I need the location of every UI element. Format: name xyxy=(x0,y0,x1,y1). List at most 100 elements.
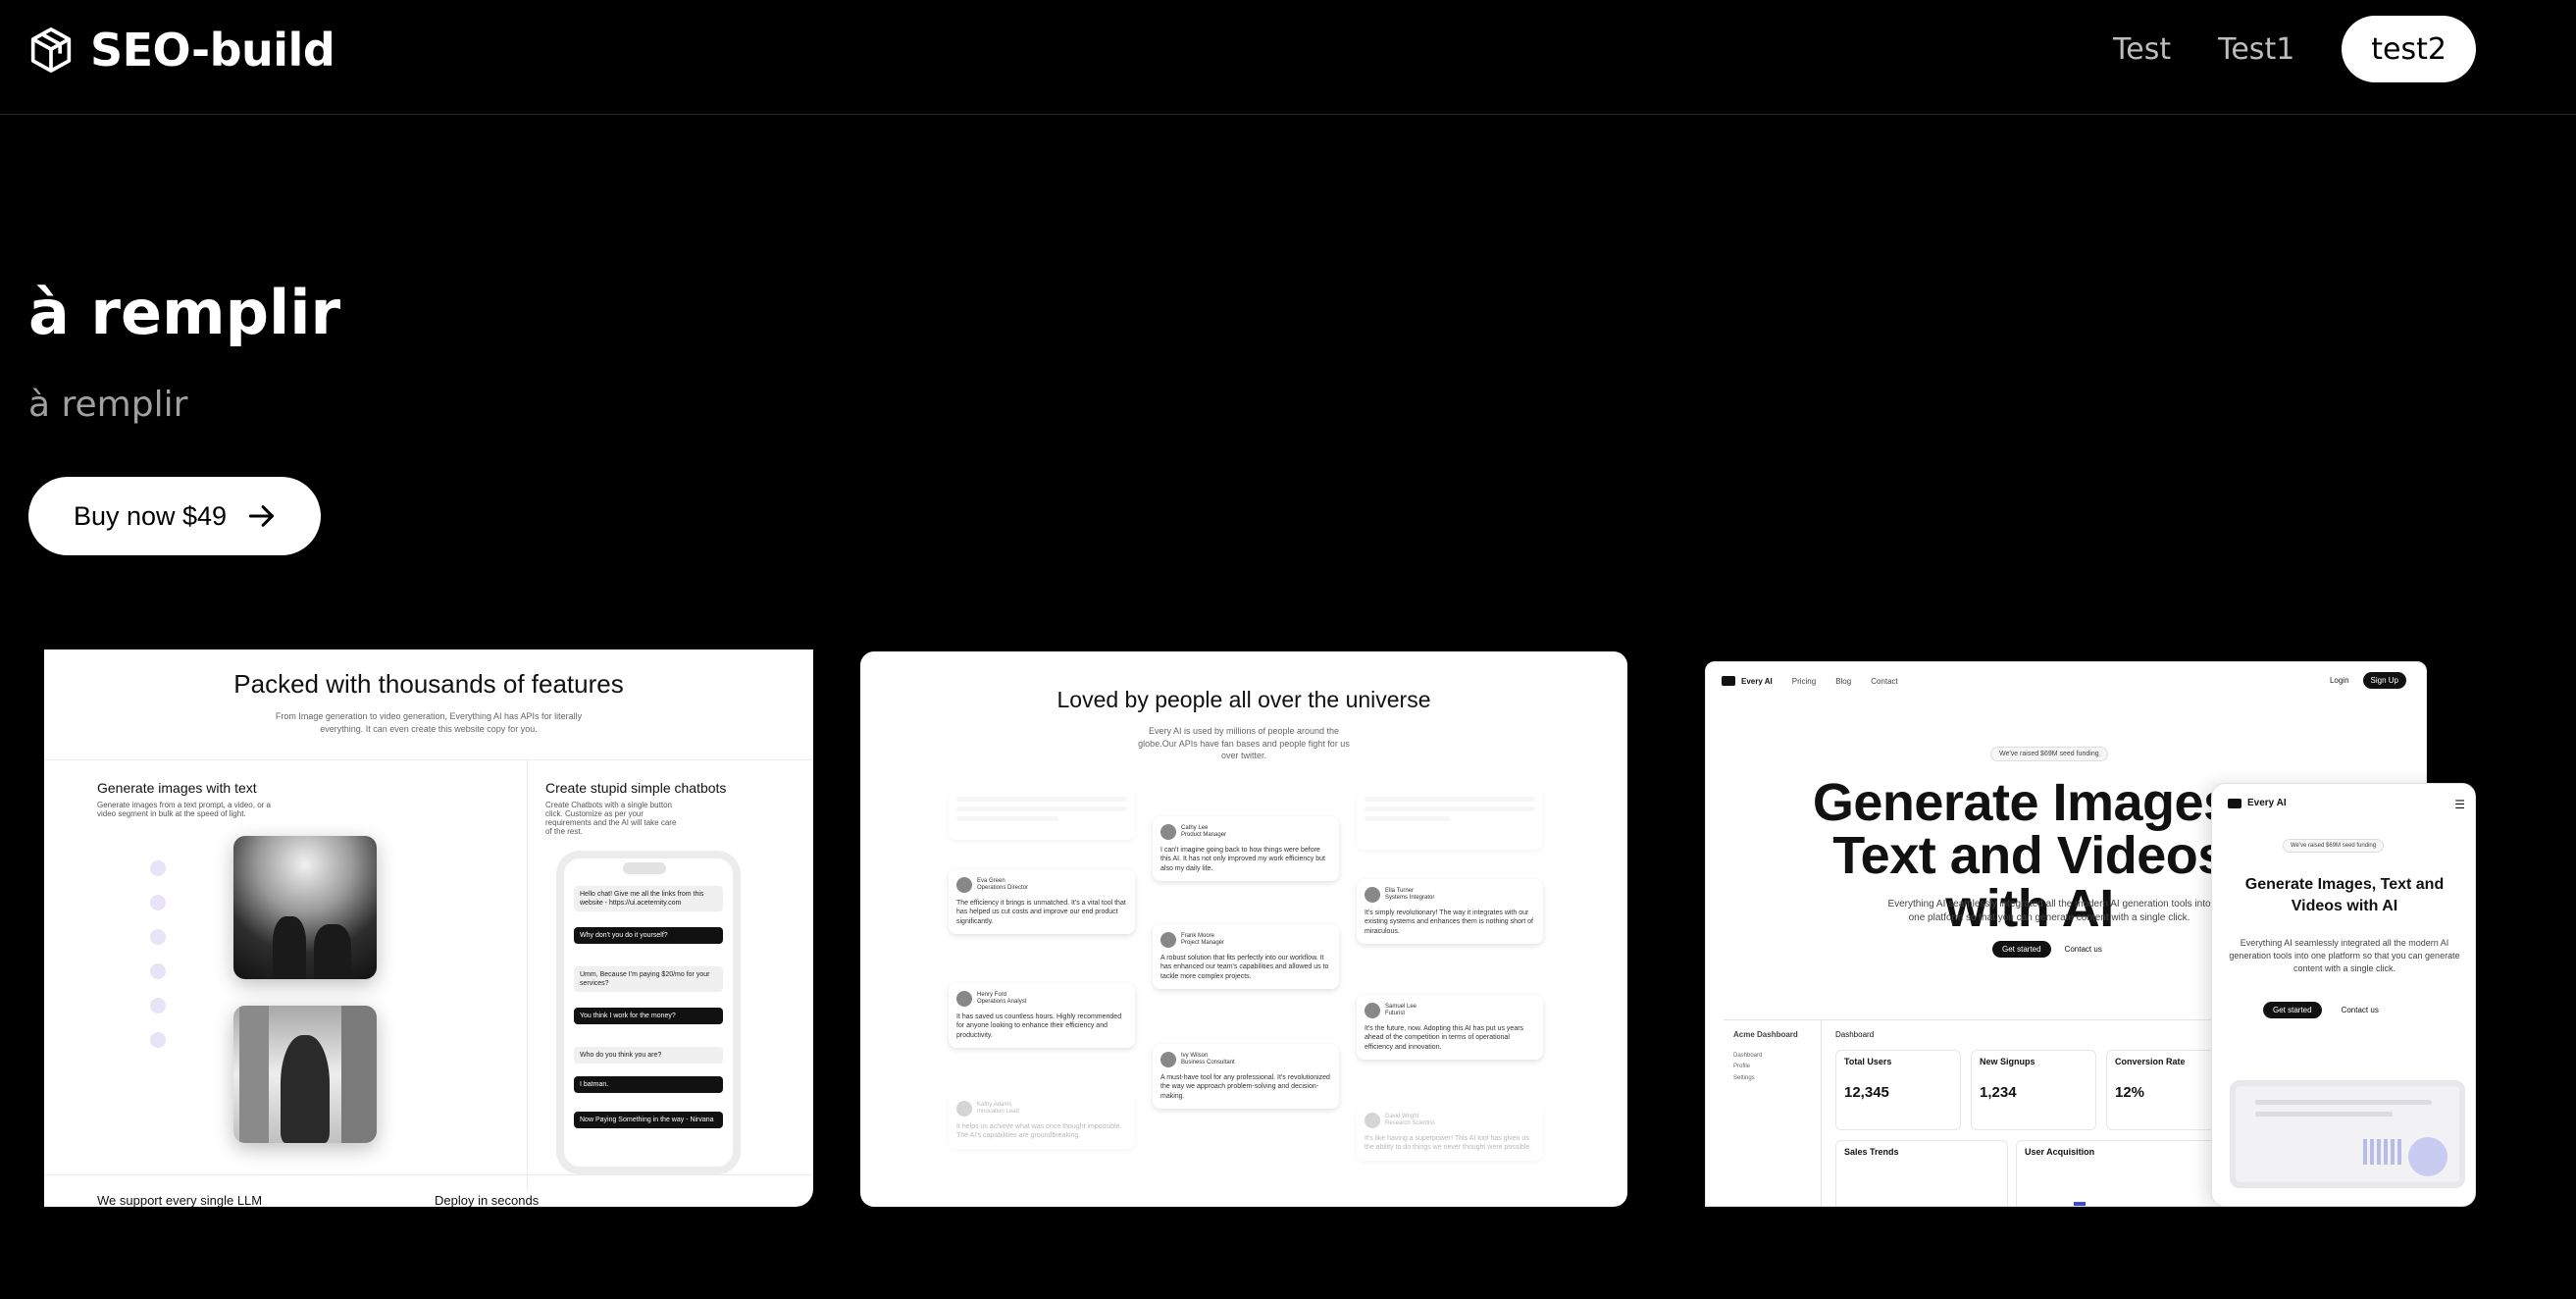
everyai-logo-icon xyxy=(2228,798,2241,808)
testimonial-role: Research Scientist xyxy=(1385,1120,1435,1126)
everyai-logo-icon xyxy=(1722,676,1735,686)
dashboard-title: Acme Dashboard xyxy=(1733,1030,1798,1039)
testimonial-text: It has saved us countless hours. Highly … xyxy=(956,1013,1122,1039)
testimonial-role: Project Manager xyxy=(1181,940,1225,946)
avatar xyxy=(1160,932,1176,948)
everyai-nav-blog: Blog xyxy=(1835,676,1852,686)
avatar xyxy=(150,929,166,945)
cube-icon xyxy=(30,27,72,73)
building xyxy=(239,1006,269,1143)
everyai-signup: Sign Up xyxy=(2362,672,2406,689)
person-silhouette xyxy=(314,924,351,979)
get-started-button: Get started xyxy=(1992,941,2051,958)
testimonial-card xyxy=(1357,789,1543,850)
dashboard-tab: Dashboard xyxy=(1835,1030,1875,1039)
avatar xyxy=(1160,824,1176,840)
testimonial-role: Systems Integrator xyxy=(1385,895,1435,901)
feature-deploy-title: Deploy in seconds xyxy=(435,1193,540,1207)
avatar xyxy=(150,860,166,876)
feature-llm-title: We support every single LLM xyxy=(97,1193,263,1207)
testimonial-text: It's the future, now. Adopting this AI h… xyxy=(1365,1025,1524,1051)
buy-now-button[interactable]: Buy now $49 xyxy=(28,477,321,555)
hamburger-menu-icon: ☰ xyxy=(2454,798,2465,811)
testimonials-subtitle: Every AI is used by millions of people a… xyxy=(1138,726,1350,761)
nav-link-test[interactable]: Test xyxy=(2113,32,2171,67)
testimonial-name: Samuel Lee xyxy=(1385,1003,1417,1010)
contact-us-link: Contact us xyxy=(2064,945,2102,954)
trend-card: Sales Trends xyxy=(1835,1140,2008,1206)
testimonial-name: Eva Green xyxy=(977,877,1005,884)
testimonial-card: Cathy Lee Product Manager I can't imagine… xyxy=(1153,816,1339,882)
everyai-nav-pricing: Pricing xyxy=(1791,676,1817,686)
everyai-nav-contact: Contact xyxy=(1871,676,1898,686)
testimonial-name: Henry Ford xyxy=(977,991,1007,998)
testimonial-name: Frank Moore xyxy=(1181,932,1215,939)
stat-value: 12% xyxy=(2115,1084,2145,1101)
nav-button-test2[interactable]: test2 xyxy=(2342,16,2476,82)
testimonial-text: The efficiency it brings is unmatched. I… xyxy=(956,900,1126,925)
get-started-button: Get started xyxy=(2263,1002,2322,1018)
testimonial-card: Henry Ford Operations Analyst It has save… xyxy=(949,983,1135,1049)
dashboard-side-item: Settings xyxy=(1733,1074,1755,1081)
testimonial-text: A must-have tool for any professional. I… xyxy=(1160,1074,1330,1100)
chat-message: Why don't you do it yourself? xyxy=(574,927,723,945)
everyai-brand: Every AI xyxy=(1722,676,1773,686)
avatar xyxy=(1365,1003,1380,1018)
testimonial-card: Ella Turner Systems Integrator It's simpl… xyxy=(1357,879,1543,945)
mobile-desc: Everything AI seamlessly integrated all … xyxy=(2229,938,2460,974)
stat-label: Total Users xyxy=(1844,1057,1892,1066)
testimonial-card: Eva Green Operations Director The efficie… xyxy=(949,869,1135,935)
everyai-desc: Everything AI seamlessly integrated all … xyxy=(1887,899,2211,923)
trend-card: User Acquisition xyxy=(2016,1140,2222,1206)
testimonial-text: It's simply revolutionary! The way it in… xyxy=(1365,909,1533,935)
chat-phone-mockup: Hello chat! Give me all the links from t… xyxy=(556,851,741,1174)
mobile-headline: Generate Images, Text and Videos with AI xyxy=(2244,876,2445,914)
buy-now-label: Buy now $49 xyxy=(73,500,228,531)
testimonial-role: Futurist xyxy=(1385,1011,1406,1016)
preview-card-features[interactable]: Packed with thousands of features From I… xyxy=(44,650,813,1207)
generated-image-city xyxy=(233,1006,377,1143)
testimonial-role: Operations Director xyxy=(977,885,1029,891)
phone-notch xyxy=(623,862,666,874)
avatar xyxy=(150,963,166,979)
everyai-login: Login xyxy=(2329,676,2349,685)
testimonial-role: Product Manager xyxy=(1181,832,1227,838)
preview-card-testimonials[interactable]: Loved by people all over the universe Ev… xyxy=(860,651,1627,1207)
chat-message: Hello chat! Give me all the links from t… xyxy=(574,886,723,912)
testimonials-title: Loved by people all over the universe xyxy=(1056,687,1431,712)
mini-bar-chart xyxy=(2363,1139,2402,1165)
stat-card: New Signups 1,234 xyxy=(1971,1050,2096,1130)
avatar xyxy=(956,877,972,893)
feature-chatbot-desc: Create Chatbots with a single button cli… xyxy=(545,801,677,836)
testimonial-card: Kathy Adams Innovation Lead It helps us a… xyxy=(949,1093,1135,1149)
features-title: Packed with thousands of features xyxy=(233,669,624,699)
preview-card-everyai-mobile[interactable]: Every AI ☰ We've raised $69M seed fundin… xyxy=(2211,783,2476,1207)
nav-link-test1[interactable]: Test1 xyxy=(2218,32,2294,67)
stat-card: Total Users 12,345 xyxy=(1835,1050,1961,1130)
avatar xyxy=(956,991,972,1007)
chat-message: Who do you think you are? xyxy=(574,1047,723,1065)
testimonial-role: Innovation Lead xyxy=(977,1109,1019,1115)
trend-label: Sales Trends xyxy=(1844,1147,1899,1157)
testimonial-name: Cathy Lee xyxy=(1181,824,1209,831)
testimonial-name: Ivy Wilson xyxy=(1181,1052,1209,1059)
features-subtitle: From Image generation to video generatio… xyxy=(275,711,583,734)
main-nav: Test Test1 test2 xyxy=(2113,16,2476,82)
divider xyxy=(527,759,528,1191)
trend-label: User Acquisition xyxy=(2025,1147,2095,1157)
avatar xyxy=(1160,1052,1176,1067)
arrow-right-icon xyxy=(248,505,275,527)
testimonial-name: David Wright xyxy=(1385,1113,1419,1119)
testimonial-card xyxy=(949,789,1135,840)
stat-label: New Signups xyxy=(1980,1057,2035,1066)
chat-message: Umm, Because I'm paying $20/mo for your … xyxy=(574,966,723,993)
testimonial-name: Kathy Adams xyxy=(977,1101,1012,1108)
mobile-cta-group: Get started Contact us xyxy=(2263,1002,2379,1018)
brand-logo[interactable]: SEO-build xyxy=(29,24,335,77)
testimonial-card: Samuel Lee Futurist It's the future, now.… xyxy=(1357,995,1543,1061)
testimonial-card: David Wright Research Scientist It's like… xyxy=(1357,1105,1543,1161)
everyai-nav: Every AI Pricing Blog Contact xyxy=(1722,676,1898,686)
placeholder-line xyxy=(2255,1100,2432,1105)
stat-value: 12,345 xyxy=(1844,1084,1889,1101)
dashboard-thumbnail xyxy=(2230,1080,2465,1188)
